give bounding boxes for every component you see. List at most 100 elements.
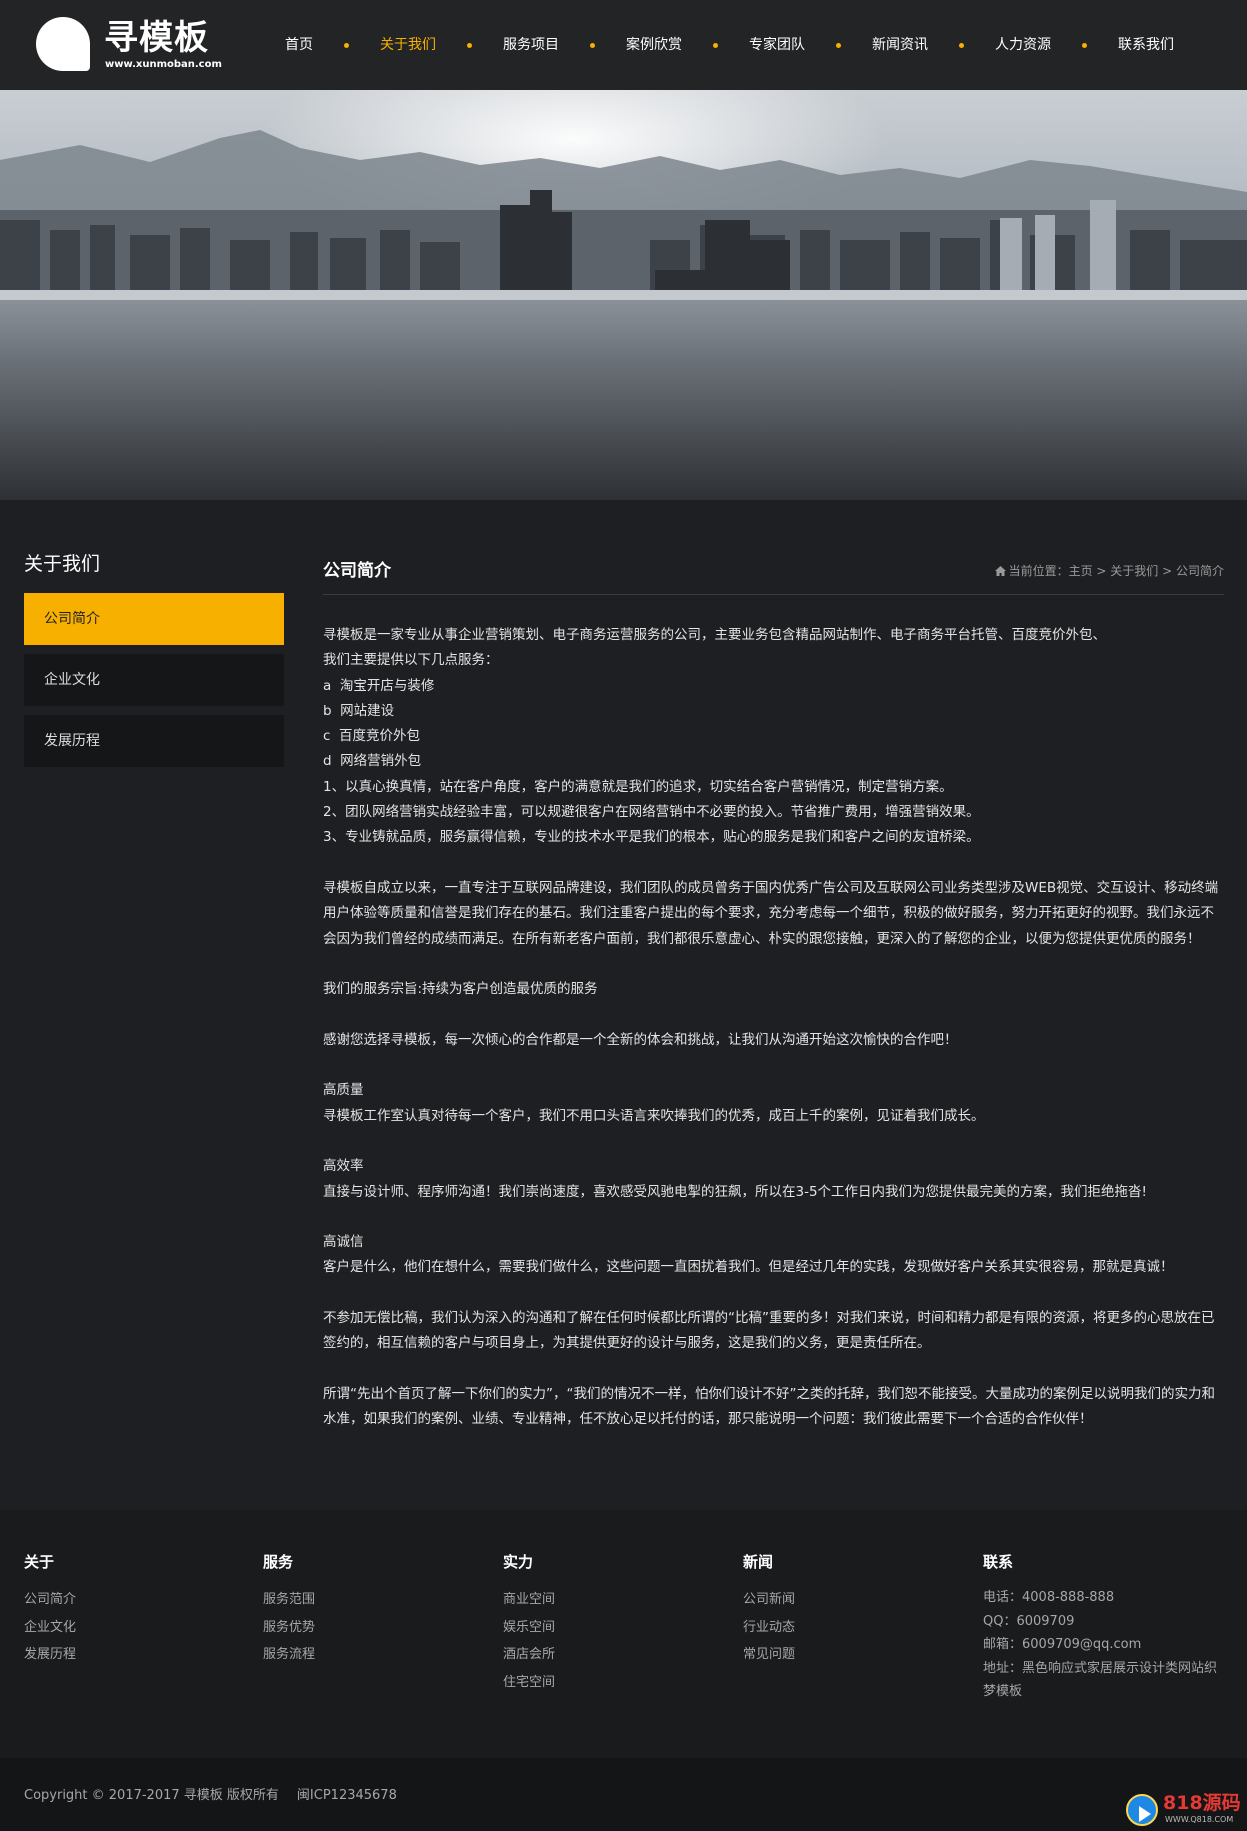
footer-col: 服务服务范围 服务优势 服务流程 xyxy=(263,1552,493,1669)
sidebar-item[interactable]: 公司简介 xyxy=(24,593,284,645)
main-content: 公司简介 当前位置：主页 > 关于我们 > 公司简介 寻模板是一家专业从事企业营… xyxy=(323,550,1224,1433)
nav-separator-dot xyxy=(467,42,472,48)
article-paragraph: 直接与设计师、程序师沟通！我们崇尚速度，喜欢感受风驰电掣的狂飙，所以在3-5个工… xyxy=(323,1183,1147,1200)
city-skyline-image xyxy=(0,90,1247,500)
breadcrumb-prefix: 当前位置： xyxy=(1008,564,1069,578)
article-paragraph: 寻模板是一家专业从事企业营销策划、电子商务运营服务的公司，主要业务包含精品网站制… xyxy=(323,627,1106,643)
nav-item[interactable]: 案例欣赏 xyxy=(599,0,709,90)
footer-col-title: 联系 xyxy=(983,1553,1014,1571)
footer-col-title: 服务 xyxy=(263,1553,294,1571)
footer-col-title: 新闻 xyxy=(743,1553,774,1571)
sidebar-title: 关于我们 xyxy=(24,553,101,575)
nav-separator-dot xyxy=(590,42,595,48)
badge-text: 818源码 xyxy=(1163,1792,1241,1814)
badge-sub: WWW.Q818.COM xyxy=(1165,1815,1234,1824)
footer-link[interactable]: 公司简介 xyxy=(24,1586,254,1614)
sidebar-menu: 公司简介企业文化发展历程 xyxy=(24,593,284,776)
site-logo[interactable]: 寻模板 www.xunmoban.com xyxy=(36,17,226,75)
footer-col: 新闻公司新闻 行业动态 常见问题 xyxy=(743,1552,973,1669)
footer-link[interactable]: 娱乐空间 xyxy=(503,1614,733,1642)
source-badge[interactable]: 818源码 WWW.Q818.COM xyxy=(1126,1792,1241,1828)
logo-name: 寻模板 xyxy=(104,18,209,58)
nav-item[interactable]: 首页 xyxy=(258,0,340,90)
nav-item[interactable]: 关于我们 xyxy=(353,0,463,90)
nav-separator-dot xyxy=(344,42,349,48)
footer-link[interactable]: 企业文化 xyxy=(24,1614,254,1642)
breadcrumb-link[interactable]: 主页 xyxy=(1069,564,1093,578)
footer-link[interactable]: 行业动态 xyxy=(743,1614,973,1642)
copyright: Copyright © 2017-2017 寻模板 版权所有 xyxy=(24,1788,279,1803)
page-title: 公司简介 xyxy=(323,561,391,581)
nav-item[interactable]: 服务项目 xyxy=(476,0,586,90)
play-icon xyxy=(1126,1794,1158,1826)
article-paragraph: a 淘宝开店与装修 xyxy=(323,677,435,694)
article-paragraph: 寻模板自成立以来，一直专注于互联网品牌建设，我们团队的成员曾务于国内优秀广告公司… xyxy=(323,879,1219,947)
article-paragraph: c 百度竞价外包 xyxy=(323,728,421,745)
footer-col-title: 关于 xyxy=(24,1553,55,1571)
article-paragraph: 高效率 xyxy=(323,1158,364,1175)
article-paragraph: 2、团队网络营销实战经验丰富，可以规避很客户在网络营销中不必要的投入。节省推广费… xyxy=(323,804,980,821)
article-paragraph: 高质量 xyxy=(323,1082,364,1099)
footer-link[interactable]: 酒店会所 xyxy=(503,1641,733,1669)
nav-item[interactable]: 新闻资讯 xyxy=(845,0,955,90)
footer-col: 实力商业空间 娱乐空间 酒店会所 住宅空间 xyxy=(503,1552,733,1696)
footer-link[interactable]: 服务流程 xyxy=(263,1641,493,1669)
nav-separator-dot xyxy=(836,42,841,48)
breadcrumb-link[interactable]: 关于我们 xyxy=(1110,564,1158,578)
breadcrumb-separator: > xyxy=(1158,564,1176,578)
footer-link[interactable]: 服务范围 xyxy=(263,1586,493,1614)
icp-link[interactable]: 闽ICP12345678 xyxy=(297,1788,397,1803)
nav-separator-dot xyxy=(1082,42,1087,48)
footer-link[interactable]: 商业空间 xyxy=(503,1586,733,1614)
contact-phone: 电话：4008-888-888 xyxy=(983,1590,1115,1605)
article-paragraph: 3、专业铸就品质，服务赢得信赖，专业的技术水平是我们的根本，贴心的服务是我们和客… xyxy=(323,829,980,846)
article-paragraph: b 网站建设 xyxy=(323,702,395,719)
article-paragraph: 1、以真心换真情，站在客户角度，客户的满意就是我们的追求，切实结合客户营销情况，… xyxy=(323,778,953,795)
article-paragraph: 不参加无偿比稿，我们认为深入的沟通和了解在任何时候都比所谓的“比稿”重要的多！对… xyxy=(323,1310,1215,1352)
article-paragraph: 客户是什么，他们在想什么，需要我们做什么，这些问题一直困扰着我们。但是经过几年的… xyxy=(323,1259,1174,1276)
main-nav: 首页 关于我们 服务项目 案例欣赏 专家团队 新闻资讯 人力资源 联系我们 xyxy=(258,0,1201,90)
footer-col-contact: 联系 电话：4008-888-888 QQ：6009709 邮箱：6009709… xyxy=(983,1552,1223,1704)
nav-separator-dot xyxy=(959,42,964,48)
copyright-bar: Copyright © 2017-2017 寻模板 版权所有 闽ICP123456… xyxy=(0,1758,1247,1831)
footer-col: 关于公司简介 企业文化 发展历程 xyxy=(24,1552,254,1669)
footer-link[interactable]: 公司新闻 xyxy=(743,1586,973,1614)
footer-link[interactable]: 住宅空间 xyxy=(503,1669,733,1697)
breadcrumb-separator: > xyxy=(1092,564,1111,578)
site-footer: 关于 公司简介 企业文化 发展历程 服务 服务范围 服务优势 服务流程 实力 商业空间 娱乐空间 酒店… xyxy=(0,1510,1247,1758)
article-paragraph: 感谢您选择寻模板，每一次倾心的合作都是一个全新的体会和挑战，让我们从沟通开始这次… xyxy=(323,1031,958,1048)
logo-mark-icon xyxy=(36,17,90,71)
footer-link[interactable]: 服务优势 xyxy=(263,1614,493,1642)
article-paragraph: 寻模板工作室认真对待每一个客户，我们不用口头语言来吹捧我们的优秀，成百上千的案例… xyxy=(323,1107,985,1124)
copyright-text: Copyright © 2017-2017 寻模板 版权所有 闽ICP123456… xyxy=(24,1784,415,1803)
contact-email: 邮箱：6009709@qq.com xyxy=(983,1637,1142,1652)
nav-item[interactable]: 联系我们 xyxy=(1091,0,1201,90)
nav-separator-dot xyxy=(713,42,718,48)
site-header: 寻模板 www.xunmoban.com 首页 关于我们 服务项目 案例欣赏 专家团队新… xyxy=(0,0,1247,91)
article-paragraph: d 网络营销外包 xyxy=(323,753,422,770)
article-paragraph: 我们主要提供以下几点服务： xyxy=(323,652,499,669)
footer-link[interactable]: 发展历程 xyxy=(24,1641,254,1669)
footer-link[interactable]: 常见问题 xyxy=(743,1641,973,1669)
nav-item[interactable]: 专家团队 xyxy=(722,0,832,90)
hero-banner xyxy=(0,90,1247,500)
article-paragraph: 所谓“先出个首页了解一下你们的实力”，“我们的情况不一样，怕你们设计不好”之类的… xyxy=(323,1385,1215,1428)
article-body: 寻模板是一家专业从事企业营销策划、电子商务运营服务的公司，主要业务包含精品网站制… xyxy=(323,623,1224,1433)
logo-url: www.xunmoban.com xyxy=(105,59,222,70)
contact-address: 地址：黑色响应式家居展示设计类网站织梦模板 xyxy=(983,1660,1218,1700)
sidebar-item[interactable]: 发展历程 xyxy=(24,715,284,767)
home-icon xyxy=(994,566,1006,576)
breadcrumb-link: 公司简介 xyxy=(1175,564,1224,578)
footer-col-title: 实力 xyxy=(503,1553,534,1571)
sidebar-item[interactable]: 企业文化 xyxy=(24,654,284,706)
article-paragraph: 我们的服务宗旨:持续为客户创造最优质的服务 xyxy=(323,981,598,998)
nav-item[interactable]: 人力资源 xyxy=(968,0,1078,90)
